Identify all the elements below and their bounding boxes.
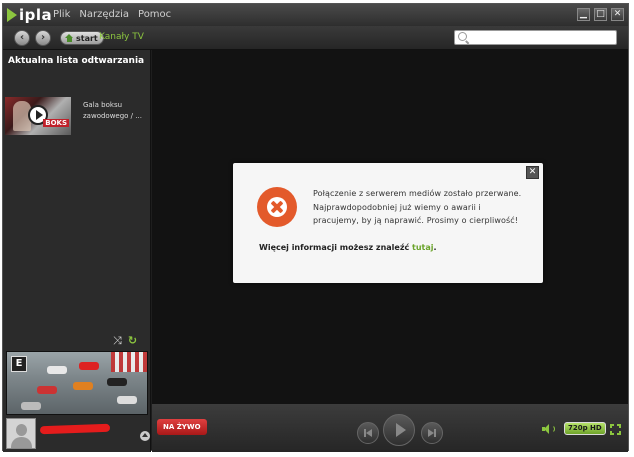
channel-preview[interactable]: E xyxy=(6,351,148,415)
avatar-body xyxy=(11,437,32,448)
play-button[interactable] xyxy=(383,414,415,446)
shuffle-icon[interactable]: ⤨ xyxy=(113,335,122,346)
minimize-button[interactable]: ▁ xyxy=(577,8,590,21)
user-area xyxy=(6,418,150,450)
preview-car xyxy=(21,402,41,410)
fullscreen-corner xyxy=(617,431,621,435)
playlist-item[interactable]: BOKS Gala boksu zawodowego / ... xyxy=(5,97,149,137)
username-redacted xyxy=(39,423,111,435)
more-info-text: Więcej informacji możesz znaleźć tutaj. xyxy=(259,243,437,252)
player-control-bar: NA ŻYWO 720p HD xyxy=(152,404,628,452)
live-button[interactable]: NA ŻYWO xyxy=(157,419,207,435)
preview-car xyxy=(79,362,99,370)
close-button[interactable]: ✕ xyxy=(611,8,624,21)
playlist-item-badge: BOKS xyxy=(43,119,69,127)
next-button[interactable] xyxy=(421,422,443,444)
title-bar: ipla Plik Narzędzia Pomoc ▁ □ ✕ xyxy=(3,4,628,26)
fullscreen-corner xyxy=(610,431,614,435)
error-message: Połączenie z serwerem mediów zostało prz… xyxy=(313,189,522,225)
dialog-close-button[interactable]: ✕ xyxy=(526,166,539,179)
maximize-button[interactable]: □ xyxy=(594,8,607,21)
search-input[interactable] xyxy=(454,30,617,45)
avatar-head xyxy=(16,424,27,436)
preview-kerb xyxy=(111,352,147,372)
more-info-suffix: . xyxy=(433,243,437,252)
repeat-icon[interactable]: ↻ xyxy=(128,335,137,346)
forward-button[interactable]: › xyxy=(35,30,51,46)
breadcrumb[interactable]: Kanały TV xyxy=(99,32,144,42)
navigation-bar: ‹ › start Kanały TV xyxy=(3,26,628,50)
preview-car xyxy=(117,396,137,404)
start-button[interactable]: start xyxy=(60,31,104,45)
menu-item-plik[interactable]: Plik xyxy=(53,9,70,20)
back-button[interactable]: ‹ xyxy=(14,30,30,46)
home-icon xyxy=(65,34,74,42)
app-logo-text: ipla xyxy=(19,6,53,24)
menu-bar: Plik Narzędzia Pomoc xyxy=(53,9,171,20)
playlist-item-title[interactable]: Gala boksu zawodowego / ... xyxy=(83,100,147,122)
sidebar-title: Aktualna lista odtwarzania xyxy=(8,56,145,66)
fullscreen-corner xyxy=(610,424,614,428)
error-dialog: ✕ Połączenie z serwerem mediów zostało p… xyxy=(233,163,543,283)
fullscreen-icon[interactable] xyxy=(610,424,621,435)
avatar[interactable] xyxy=(6,418,36,449)
playlist-item-thumbnail[interactable]: BOKS xyxy=(5,97,71,135)
error-icon xyxy=(257,187,297,227)
preview-car xyxy=(107,378,127,386)
menu-item-pomoc[interactable]: Pomoc xyxy=(138,9,171,20)
search-icon xyxy=(458,32,467,41)
preview-car xyxy=(73,382,93,390)
preview-car xyxy=(37,386,57,394)
playlist-controls: ⤨ ↻ xyxy=(113,335,137,346)
channel-logo: E xyxy=(11,356,27,372)
play-logo-icon xyxy=(7,8,17,22)
fullscreen-corner xyxy=(617,424,621,428)
window-controls: ▁ □ ✕ xyxy=(577,8,624,21)
app-logo: ipla xyxy=(7,6,52,24)
menu-item-narzedzia[interactable]: Narzędzia xyxy=(79,9,129,20)
more-info-prefix: Więcej informacji możesz znaleźć xyxy=(259,243,413,252)
playlist-sidebar: Aktualna lista odtwarzania BOKS Gala bok… xyxy=(3,50,151,452)
user-menu-icon[interactable] xyxy=(140,431,150,441)
preview-car xyxy=(47,366,67,374)
more-info-link[interactable]: tutaj xyxy=(412,243,433,252)
volume-wave-icon xyxy=(550,425,555,433)
quality-button[interactable]: 720p HD xyxy=(564,422,606,435)
start-button-label: start xyxy=(76,33,98,43)
previous-button[interactable] xyxy=(357,422,379,444)
